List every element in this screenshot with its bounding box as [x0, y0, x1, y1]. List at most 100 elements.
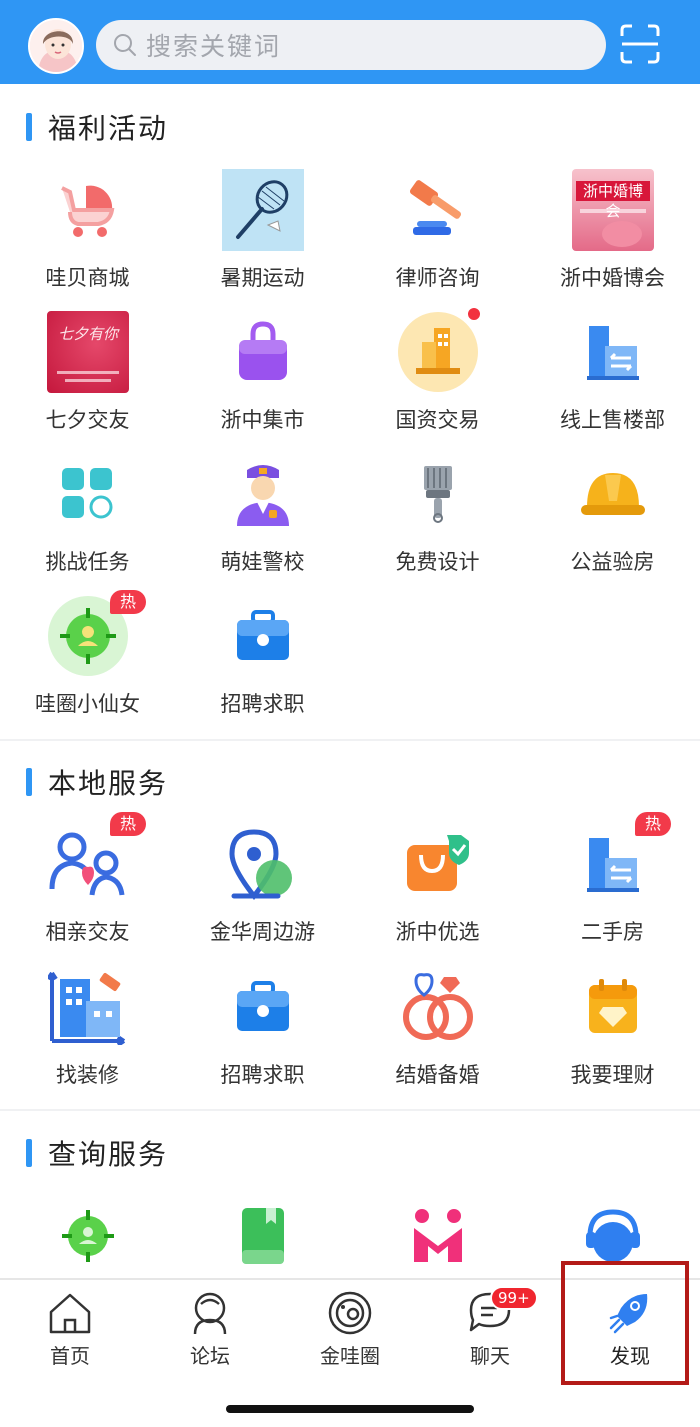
section-title-text: 本地服务: [48, 767, 169, 800]
grid-item-label: 浙中优选: [395, 920, 480, 944]
rings-icon: [396, 965, 480, 1049]
nav-label: 聊天: [470, 1344, 510, 1368]
hot-badge: 热: [110, 590, 147, 614]
green-book-icon: [221, 1194, 305, 1278]
grid-item-qixi[interactable]: 七夕有你 七夕交友: [0, 310, 175, 450]
grid-item-label: 萌娃警校: [220, 550, 305, 574]
grid-item-label: 七夕交友: [45, 408, 130, 432]
grid-item-zhezhong-select[interactable]: 浙中优选: [350, 822, 525, 962]
sales-office-icon: [571, 310, 655, 394]
grid-item-label: 律师咨询: [395, 266, 480, 290]
shopping-bag-check-icon: [396, 822, 480, 906]
badminton-icon: [221, 168, 305, 252]
highlight-box: [561, 1261, 689, 1385]
grid-item-label: 暑期运动: [220, 266, 305, 290]
notification-dot: [466, 306, 482, 322]
grid-item-second-hand-house[interactable]: 热 二手房: [525, 812, 700, 962]
grid-item-label: 国资交易: [395, 408, 480, 432]
search-placeholder: 搜索关键词: [146, 32, 282, 61]
home-indicator: [226, 1405, 474, 1413]
briefcase-icon: [221, 965, 305, 1049]
hard-hat-icon: [571, 452, 655, 536]
section-local-title: 本地服务: [26, 767, 168, 800]
qixi-thumbnail: 七夕有你: [46, 310, 130, 394]
grid-item-state-asset-trade[interactable]: 国资交易: [350, 306, 525, 450]
grid-item-label: 二手房: [581, 920, 644, 944]
user-avatar[interactable]: [28, 18, 84, 74]
grid-item-jinhua-tour[interactable]: 金华周边游: [175, 822, 350, 962]
section-divider: [0, 739, 700, 741]
grid-item-label: 我要理财: [570, 1063, 655, 1087]
section-welfare-title: 福利活动: [26, 112, 168, 145]
section-accent-bar: [26, 1139, 32, 1167]
paint-brush-icon: [396, 452, 480, 536]
grid-item-dating[interactable]: 热 相亲交友: [0, 812, 175, 962]
grid-item-wedding-prep[interactable]: 结婚备婚: [350, 965, 525, 1105]
grid-item-wabei-mall[interactable]: 哇贝商城: [0, 168, 175, 308]
thumbnail-title: 浙中婚博会: [576, 181, 650, 220]
section-title-text: 查询服务: [48, 1138, 169, 1171]
search-input[interactable]: 搜索关键词: [96, 20, 606, 70]
grid-item-label: 找装修: [56, 1063, 119, 1087]
grid-item-finance[interactable]: 我要理财: [525, 965, 700, 1105]
renovation-icon: [46, 965, 130, 1049]
grid-item-challenge-task[interactable]: 挑战任务: [0, 452, 175, 592]
grid-item-wa-circle-fairy[interactable]: 热 哇圈小仙女: [0, 590, 175, 734]
nav-forum[interactable]: 论坛: [140, 1288, 280, 1368]
wedding-expo-thumbnail: 浙中婚博会: [571, 168, 655, 252]
grid-item-renovation[interactable]: 找装修: [0, 965, 175, 1105]
home-icon: [49, 1293, 91, 1334]
grid-item-label: 挑战任务: [45, 550, 130, 574]
grid-item-label: 哇贝商城: [45, 266, 130, 290]
thumbnail-title: 七夕有你: [57, 325, 118, 343]
grid-item-label: 公益验房: [570, 550, 655, 574]
building-icon: [396, 310, 480, 394]
section-accent-bar: [26, 113, 32, 141]
m-logo-icon: [396, 1194, 480, 1278]
grid-item-police-school[interactable]: 萌娃警校: [175, 452, 350, 592]
grid-item-label: 哇圈小仙女: [35, 692, 140, 716]
map-pin-icon: [221, 822, 305, 906]
grid-item-label: 金华周边游: [210, 920, 315, 944]
finance-calendar-icon: [571, 965, 655, 1049]
forum-icon: [193, 1292, 227, 1335]
grid-item-label: 浙中集市: [220, 408, 305, 432]
section-divider: [0, 1109, 700, 1111]
grid-item-recruitment[interactable]: 招聘求职: [175, 594, 350, 734]
grid-item-summer-sports[interactable]: 暑期运动: [175, 168, 350, 308]
grid-item-label: 招聘求职: [220, 1063, 305, 1087]
nav-chat[interactable]: 99+ 聊天: [420, 1286, 560, 1368]
grid-item-label: 线上售楼部: [560, 408, 665, 432]
grid-item-online-sales-office[interactable]: 线上售楼部: [525, 310, 700, 450]
grid-item-label: 免费设计: [395, 550, 480, 574]
grid-item-free-design[interactable]: 免费设计: [350, 452, 525, 592]
grid-item-public-inspection[interactable]: 公益验房: [525, 452, 700, 592]
grid-item-recruitment-2[interactable]: 招聘求职: [175, 965, 350, 1105]
grid-item-wedding-expo[interactable]: 浙中婚博会 浙中婚博会: [525, 168, 700, 308]
grid-item-lawyer[interactable]: 律师咨询: [350, 168, 525, 308]
nav-label: 金哇圈: [320, 1344, 380, 1368]
nav-jinwa-circle[interactable]: 金哇圈: [280, 1288, 420, 1368]
grid-item-label: 浙中婚博会: [560, 266, 665, 290]
hot-badge: 热: [110, 812, 147, 836]
scan-icon[interactable]: [620, 24, 660, 64]
section-title-text: 福利活动: [48, 112, 169, 145]
grid-item-label: 结婚备婚: [395, 1063, 480, 1087]
search-icon: [114, 34, 136, 56]
top-header: 搜索关键词: [0, 0, 700, 84]
grid-item-label: 相亲交友: [45, 920, 130, 944]
stroller-icon: [46, 168, 130, 252]
grid-apps-icon: [46, 452, 130, 536]
planet-icon: [328, 1291, 372, 1335]
section-accent-bar: [26, 768, 32, 796]
target-person-icon: [46, 1194, 130, 1278]
briefcase-icon: [221, 594, 305, 678]
unread-badge: 99+: [490, 1286, 538, 1310]
gavel-icon: [396, 168, 480, 252]
shopping-bag-icon: [221, 310, 305, 394]
grid-item-zhezhong-market[interactable]: 浙中集市: [175, 310, 350, 450]
police-icon: [221, 452, 305, 536]
hot-badge: 热: [635, 812, 672, 836]
nav-label: 首页: [50, 1344, 90, 1368]
nav-home[interactable]: 首页: [0, 1288, 140, 1368]
